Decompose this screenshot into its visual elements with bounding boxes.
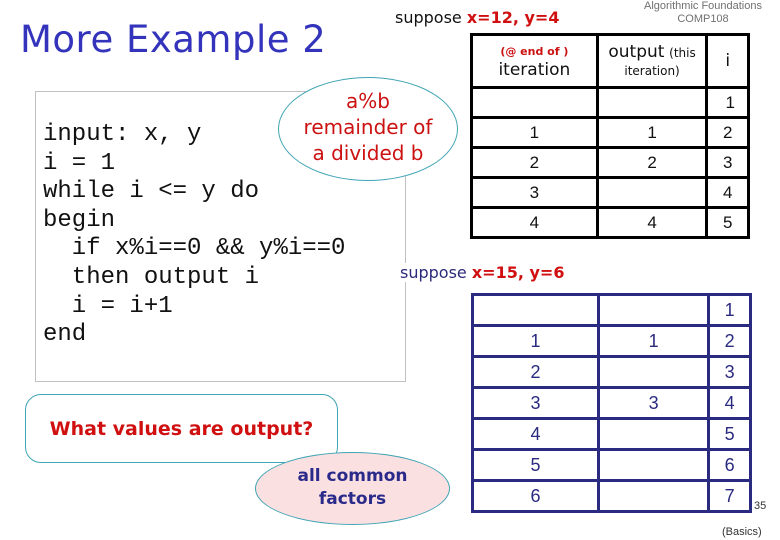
cell-iteration: 3: [470, 176, 599, 209]
course-code: COMP108: [677, 13, 729, 25]
header-output-note: (this: [669, 45, 696, 60]
cell-output: 2: [595, 146, 709, 179]
table-row: 112: [470, 324, 752, 358]
cell-iteration: 5: [470, 448, 601, 482]
section-label: (Basics): [722, 526, 762, 538]
code-line: while i <= y do: [43, 178, 260, 206]
example2-caption: suppose x=15, y=6: [398, 263, 567, 282]
cell-output: [597, 448, 711, 482]
table-row: 45: [470, 417, 752, 451]
example1-values: x=12, y=4: [466, 8, 560, 27]
header-iteration: (@ end of ) iteration: [470, 33, 599, 89]
cell-i: 1: [705, 86, 750, 119]
code-line: then output i: [43, 263, 260, 291]
cell-iteration: 3: [470, 386, 601, 420]
course-name: Algorithmic Foundations: [643, 0, 762, 12]
code-line: i = i+1: [43, 292, 173, 320]
cell-i: 2: [705, 116, 750, 149]
cell-output: [595, 86, 709, 119]
example1-suppose-label: suppose: [395, 8, 462, 27]
cell-iteration: 2: [470, 355, 601, 389]
example2-suppose-label: suppose: [400, 263, 467, 282]
cell-iteration: 2: [470, 146, 599, 179]
cell-iteration: [470, 293, 601, 327]
cell-i: 3: [705, 146, 750, 179]
table-row: 334: [470, 386, 752, 420]
answer-text: factors: [318, 489, 387, 509]
modulo-note-text: remainder of: [303, 115, 433, 139]
table-row: 1: [470, 86, 750, 119]
table-row: 223: [470, 146, 750, 179]
example2-values: x=15, y=6: [471, 263, 565, 282]
table-row: 445: [470, 206, 750, 239]
header-iteration-label: iteration: [498, 60, 571, 80]
code-line: begin: [43, 206, 116, 234]
cell-output: [597, 355, 711, 389]
cell-i: 2: [707, 324, 752, 358]
trace-table-example1: (@ end of ) iteration output (this itera…: [470, 33, 750, 239]
table-row: 34: [470, 176, 750, 209]
cell-output: 1: [597, 324, 711, 358]
cell-output: [597, 479, 711, 513]
table-row: 112: [470, 116, 750, 149]
answer-text: all common: [297, 466, 408, 486]
cell-output: [597, 417, 711, 451]
cell-i: 6: [707, 448, 752, 482]
header-i-label: i: [725, 51, 731, 71]
cell-i: 4: [707, 386, 752, 420]
header-iteration-note: (@ end of ): [500, 45, 569, 58]
code-line: if x%i==0 && y%i==0: [43, 235, 346, 263]
question-box: What values are output?: [25, 394, 338, 463]
trace-header-row: (@ end of ) iteration output (this itera…: [470, 33, 750, 89]
code-line: i = 1: [43, 149, 116, 177]
cell-output: 3: [597, 386, 711, 420]
cell-output: [595, 176, 709, 209]
cell-i: 4: [705, 176, 750, 209]
modulo-note-expr: a%b: [346, 89, 390, 113]
header-i: i: [705, 33, 750, 89]
cell-iteration: 1: [470, 116, 599, 149]
course-label: Algorithmic Foundations COMP108: [628, 0, 778, 26]
cell-iteration: 6: [470, 479, 601, 513]
code-line: end: [43, 321, 87, 349]
table-row: 56: [470, 448, 752, 482]
cell-i: 7: [707, 479, 752, 513]
modulo-note-bubble: a%b remainder of a divided b: [278, 77, 458, 181]
cell-i: 5: [707, 417, 752, 451]
cell-iteration: [470, 86, 599, 119]
header-output-note: iteration): [624, 63, 680, 78]
cell-iteration: 4: [470, 417, 601, 451]
code-line: input: x, y: [43, 121, 202, 148]
example1-caption: suppose x=12, y=4: [395, 8, 559, 27]
cell-output: [597, 293, 711, 327]
slide-title: More Example 2: [20, 18, 327, 61]
modulo-note-text: a divided b: [312, 141, 424, 165]
cell-iteration: 1: [470, 324, 601, 358]
cell-i: 5: [705, 206, 750, 239]
page-number: 35: [754, 500, 767, 512]
cell-output: 4: [595, 206, 709, 239]
cell-i: 3: [707, 355, 752, 389]
table-row: 67: [470, 479, 752, 513]
table-row: 23: [470, 355, 752, 389]
table-row: 1: [470, 293, 752, 327]
trace-table-example2: 1 112 23 334 45 56 67: [470, 293, 752, 513]
cell-output: 1: [595, 116, 709, 149]
cell-i: 1: [707, 293, 752, 327]
header-output-label: output: [608, 41, 665, 62]
cell-iteration: 4: [470, 206, 599, 239]
answer-bubble: all common factors: [255, 452, 450, 525]
header-output: output (this iteration): [595, 33, 709, 89]
